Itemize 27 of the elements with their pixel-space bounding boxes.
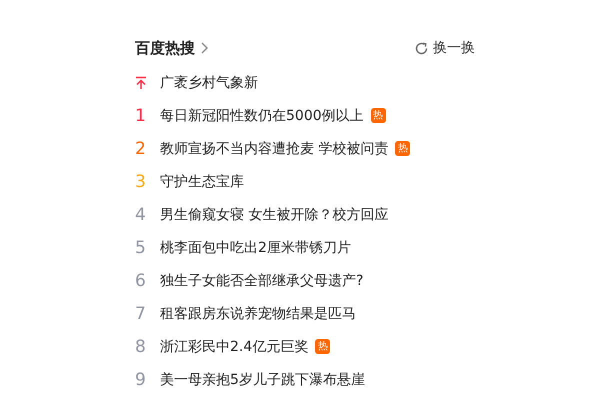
trending-link[interactable]: 独生子女能否全部继承父母遗产? [160, 272, 364, 290]
hot-badge: 热 [370, 108, 386, 123]
rank-number: 6 [135, 270, 147, 290]
trending-link[interactable]: 每日新冠阳性数仍在5000例以上 [160, 106, 364, 124]
rank-number: 2 [135, 138, 147, 158]
rank-number: 8 [135, 336, 147, 356]
rank-number: 3 [135, 172, 147, 192]
rank-number: 1 [135, 106, 147, 126]
refresh-icon [415, 42, 428, 54]
chevron-right-icon[interactable] [201, 42, 208, 54]
trending-link[interactable]: 守护生态宝库 [160, 172, 244, 190]
trending-link[interactable]: 广袤乡村气象新 [160, 74, 258, 92]
pin-top-icon [135, 76, 147, 89]
section-title[interactable]: 百度热搜 [135, 38, 195, 58]
trending-link[interactable]: 浙江彩民中2.4亿元巨奖 [160, 338, 308, 356]
hot-badge: 热 [315, 339, 330, 354]
rank-number: 4 [135, 204, 147, 224]
rank-number: 9 [135, 370, 147, 390]
hot-badge: 热 [395, 141, 410, 156]
rank-number: 7 [135, 304, 147, 324]
trending-link[interactable]: 租客跟房东说养宠物结果是匹马 [160, 304, 356, 322]
rank-number: 5 [135, 238, 147, 258]
trending-link[interactable]: 桃李面包中吃出2厘米带锈刀片 [160, 238, 351, 256]
trending-link[interactable]: 美一母亲抱5岁儿子跳下瀑布悬崖 [160, 370, 365, 388]
trending-link[interactable]: 教师宣扬不当内容遭抢麦 学校被问责 [160, 140, 388, 158]
refresh-button[interactable]: 换一换 [415, 39, 475, 57]
trending-link[interactable]: 男生偷窥女寝 女生被开除？校方回应 [160, 206, 388, 224]
